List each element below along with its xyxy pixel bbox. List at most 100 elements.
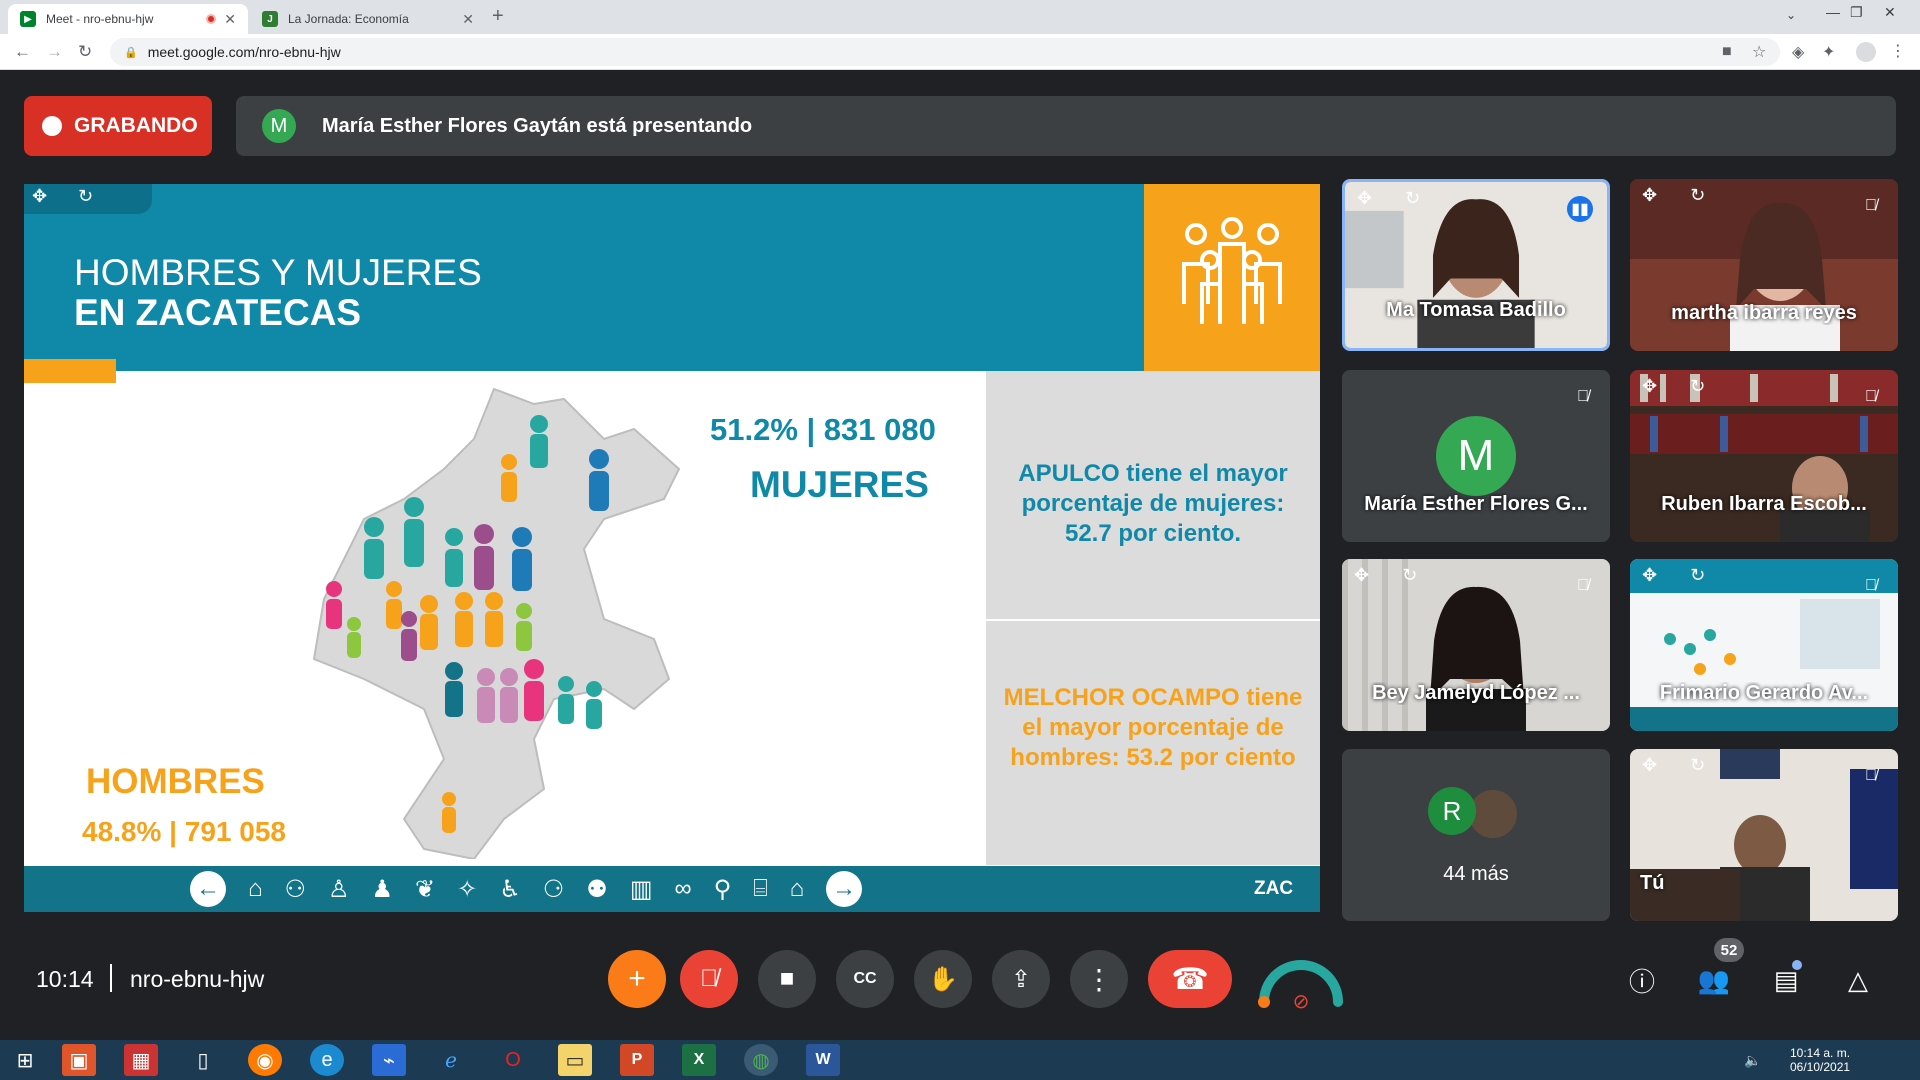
mic-off-icon: 🎙̸ bbox=[1577, 577, 1589, 594]
excel-icon[interactable]: X bbox=[682, 1044, 716, 1076]
participant-tile[interactable]: ✥ ↻ 🎙̸ martha ibarra reyes bbox=[1630, 179, 1898, 351]
nav-target-icon[interactable]: ✧ bbox=[457, 875, 477, 904]
file-explorer-icon[interactable]: ▭ bbox=[558, 1044, 592, 1076]
firefox-icon[interactable]: ◉ bbox=[248, 1044, 282, 1076]
nav-family-icon[interactable]: ♟ bbox=[372, 875, 394, 904]
people-group-icon bbox=[1182, 217, 1282, 324]
nav-next-arrow-icon[interactable]: → bbox=[826, 871, 863, 907]
internet-explorer-icon[interactable]: ℯ bbox=[434, 1044, 468, 1076]
apulco-text: APULCO tiene el mayor porcentaje de muje… bbox=[1018, 460, 1288, 547]
meeting-code: nro-ebnu-hjw bbox=[130, 966, 265, 992]
tile-controls-icon[interactable]: ✥ ↻ bbox=[1642, 565, 1719, 586]
tab-la-jornada[interactable]: J La Jornada: Economía ✕ bbox=[250, 4, 486, 34]
svg-text:⊘: ⊘ bbox=[1293, 989, 1310, 1012]
extension-cube-icon[interactable]: ◈ bbox=[1792, 42, 1804, 62]
tab-title: Meet - nro-ebnu-hjw bbox=[46, 12, 154, 26]
participant-tile[interactable]: ✥ ↻ 🎙̸ Ruben Ibarra Escob... bbox=[1630, 370, 1898, 542]
melchor-ocampo-text: MELCHOR OCAMPO tiene el mayor porcentaje… bbox=[1003, 684, 1303, 771]
tab-search-icon[interactable]: ⌄ bbox=[1786, 8, 1796, 22]
participant-tile[interactable]: ✥ ↻ ▮▮ Ma Tomasa Badillo bbox=[1342, 179, 1610, 351]
browser-menu-icon[interactable]: ⋮ bbox=[1890, 41, 1906, 61]
nav-person-icon[interactable]: ♙ bbox=[328, 875, 350, 904]
tile-controls-icon[interactable]: ✥ ↻ bbox=[1357, 188, 1434, 209]
app-document-icon[interactable]: ⌁ bbox=[372, 1044, 406, 1076]
tile-controls-icon[interactable]: ✥ ↻ bbox=[1642, 185, 1719, 206]
activities-icon[interactable]: △ bbox=[1838, 960, 1878, 1000]
forward-icon[interactable]: → bbox=[46, 42, 63, 62]
more-options-button[interactable]: ⋮ bbox=[1070, 950, 1128, 1008]
edge-icon[interactable]: e bbox=[310, 1044, 344, 1076]
new-tab-button[interactable]: + bbox=[492, 5, 504, 28]
meet-favicon-icon: ▶ bbox=[20, 11, 36, 27]
camera-button[interactable]: ■ bbox=[758, 950, 816, 1008]
url-text: meet.google.com/nro-ebnu-hjw bbox=[147, 44, 341, 60]
participants-count-badge: 52 bbox=[1714, 938, 1744, 962]
bookmark-star-icon[interactable]: ☆ bbox=[1752, 42, 1766, 62]
participant-tile[interactable]: ✥ ↻ 🎙̸ Frimario Gerardo Av... bbox=[1630, 559, 1898, 731]
recording-label: GRABANDO bbox=[74, 114, 198, 137]
hombres-label: HOMBRES bbox=[86, 762, 265, 801]
close-tab-icon[interactable]: ✕ bbox=[224, 11, 236, 28]
nav-couple-icon[interactable]: ⚆ bbox=[543, 875, 565, 904]
mic-off-button[interactable]: 🎙̸ bbox=[680, 950, 738, 1008]
participants-overflow-tile[interactable]: R 44 más bbox=[1342, 749, 1610, 921]
app-file-icon[interactable]: ▯ bbox=[186, 1044, 220, 1076]
minimize-button[interactable]: — bbox=[1826, 4, 1840, 20]
nav-tower-icon[interactable]: ▥ bbox=[630, 875, 653, 904]
participant-name: Frimario Gerardo Av... bbox=[1659, 682, 1869, 704]
nav-home-icon[interactable]: ⌂ bbox=[790, 875, 805, 903]
recording-badge[interactable]: GRABANDO bbox=[24, 96, 212, 156]
profile-avatar[interactable] bbox=[1856, 42, 1876, 62]
slide-nav-bar: ← ⌂ ⚇ ♙ ♟ ❦ ✧ ♿ ⚆ ⚉ ▥ ∞ ⚲ ⌸ ⌂ → bbox=[24, 866, 1320, 912]
mic-off-icon: 🎙̸ bbox=[1865, 577, 1877, 594]
participant-tile[interactable]: M 🎙̸ María Esther Flores G... bbox=[1342, 370, 1610, 542]
participant-tile[interactable]: ✥ ↻ 🎙̸ Bey Jamelyd López ... bbox=[1342, 559, 1610, 731]
nav-group-icon[interactable]: ⚉ bbox=[586, 875, 608, 904]
nav-nature-icon[interactable]: ❦ bbox=[415, 875, 435, 904]
windows-start-icon[interactable]: ⊞ bbox=[8, 1044, 42, 1076]
add-activity-button[interactable]: + bbox=[608, 950, 666, 1008]
app-grid-icon[interactable]: ▦ bbox=[124, 1044, 158, 1076]
meeting-info-icon[interactable]: ⓘ bbox=[1622, 960, 1662, 1000]
visual-effects-gauge-icon[interactable]: ⊘ bbox=[1256, 946, 1346, 1012]
nav-people-icon[interactable]: ⚇ bbox=[285, 875, 307, 904]
close-tab-icon[interactable]: ✕ bbox=[462, 11, 474, 28]
tab-meet[interactable]: ▶ Meet - nro-ebnu-hjw ✕ bbox=[8, 4, 248, 34]
mic-off-icon: 🎙̸ bbox=[1865, 388, 1877, 405]
back-icon[interactable]: ← bbox=[14, 42, 31, 62]
restore-button[interactable]: ❐ bbox=[1850, 4, 1863, 21]
presenting-text: María Esther Flores Gaytán está presenta… bbox=[322, 114, 753, 137]
presentation-slide: ✥ ↻ HOMBRES Y MUJERES EN ZACATECAS 51.2%… bbox=[24, 184, 1320, 912]
nav-wheelchair-icon[interactable]: ♿ bbox=[499, 875, 521, 904]
people-icon[interactable]: 👥 bbox=[1694, 960, 1734, 1000]
refresh-icon[interactable]: ↻ bbox=[78, 186, 93, 207]
participant-name: martha ibarra reyes bbox=[1671, 302, 1857, 324]
close-window-button[interactable]: ✕ bbox=[1884, 4, 1896, 21]
tile-controls-icon[interactable]: ✥ ↻ bbox=[1642, 755, 1719, 776]
app-photos-icon[interactable]: ▣ bbox=[62, 1044, 96, 1076]
address-bar[interactable]: 🔒 meet.google.com/nro-ebnu-hjw bbox=[110, 38, 1780, 66]
nav-building-icon[interactable]: ⌂ bbox=[248, 875, 263, 903]
camera-in-use-icon[interactable]: ■ bbox=[1722, 43, 1732, 61]
nav-school-icon[interactable]: ⌸ bbox=[753, 875, 767, 903]
raise-hand-button[interactable]: ✋ bbox=[914, 950, 972, 1008]
powerpoint-icon[interactable]: P bbox=[620, 1044, 654, 1076]
participant-name: Ma Tomasa Badillo bbox=[1386, 299, 1566, 321]
extensions-puzzle-icon[interactable]: ✦ bbox=[1822, 42, 1835, 62]
tray-volume-icon[interactable]: 🔈 bbox=[1744, 1052, 1761, 1069]
system-tray-clock[interactable]: 10:14 a. m. 06/10/2021 bbox=[1790, 1046, 1850, 1074]
opera-icon[interactable]: O bbox=[496, 1044, 530, 1076]
word-icon[interactable]: W bbox=[806, 1044, 840, 1076]
self-view-tile[interactable]: ✥ ↻ 🎙̸ Tú bbox=[1630, 749, 1898, 921]
nav-figure-icon[interactable]: ⚲ bbox=[714, 875, 732, 904]
captions-button[interactable]: CC bbox=[836, 950, 894, 1008]
nav-prev-arrow-icon[interactable]: ← bbox=[190, 871, 226, 907]
chrome-icon[interactable]: ◍ bbox=[744, 1044, 778, 1076]
leave-call-button[interactable]: ☎ bbox=[1148, 950, 1232, 1008]
nav-rings-icon[interactable]: ∞ bbox=[675, 875, 692, 903]
tile-controls-icon[interactable]: ✥ ↻ bbox=[1354, 565, 1431, 586]
reload-icon[interactable]: ↻ bbox=[78, 42, 92, 62]
tile-controls-icon[interactable]: ✥ ↻ bbox=[1642, 376, 1719, 397]
move-arrows-icon[interactable]: ✥ bbox=[32, 186, 47, 207]
present-screen-button[interactable]: ⇪ bbox=[992, 950, 1050, 1008]
